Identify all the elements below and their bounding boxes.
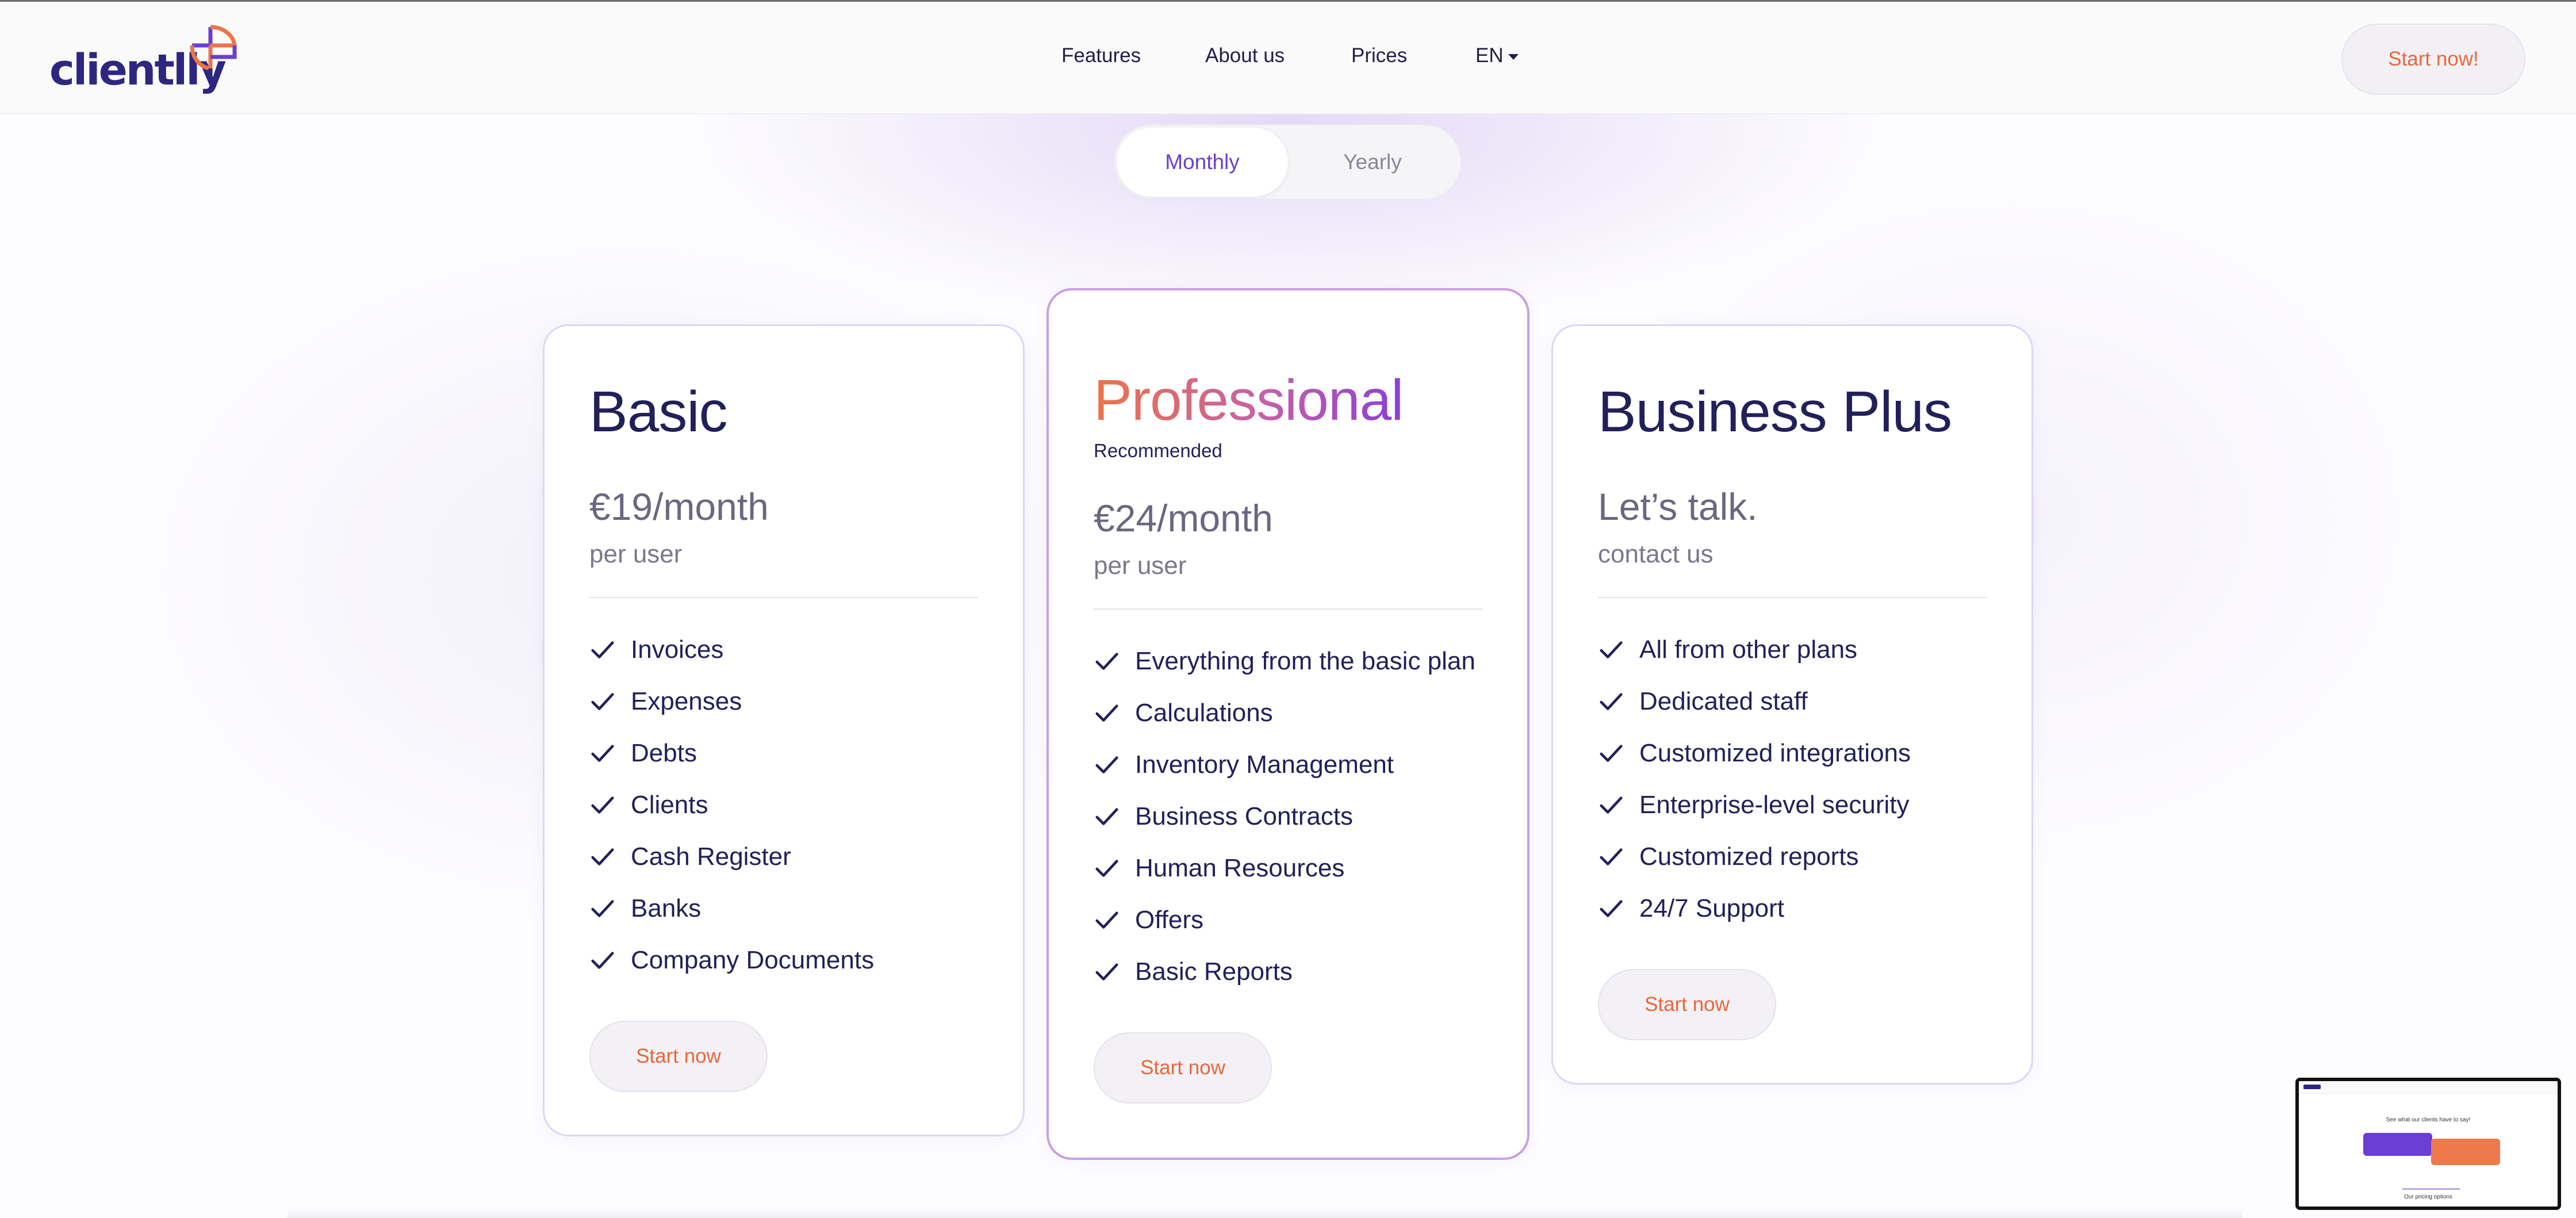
feature-item: Invoices — [589, 624, 874, 676]
feature-item: Calculations — [1094, 687, 1475, 739]
divider — [1094, 608, 1482, 610]
feature-item: 24/7 Support — [1598, 883, 1911, 934]
plan-card-basic: Basic €19/month per user Invoices Expens… — [543, 324, 1025, 1136]
language-label: EN — [1475, 44, 1504, 67]
feature-item: Cash Register — [589, 831, 874, 883]
feature-item: Basic Reports — [1094, 946, 1475, 998]
check-icon — [591, 641, 614, 658]
plan-price: €19/month — [589, 485, 769, 528]
logo-mark-icon — [190, 25, 237, 78]
thumb-header — [2299, 1081, 2558, 1094]
plan-price-sub: per user — [589, 540, 683, 568]
thumb-divider — [2402, 1188, 2460, 1190]
check-icon — [1095, 653, 1118, 670]
check-icon — [1600, 641, 1623, 658]
feature-item: Offers — [1094, 894, 1475, 946]
feature-item: Everything from the basic plan — [1094, 635, 1475, 687]
thumb-logo — [2303, 1085, 2321, 1089]
plan-card-business-plus: Business Plus Let’s talk. contact us All… — [1551, 324, 2033, 1085]
check-icon — [591, 848, 614, 865]
check-icon — [1095, 704, 1118, 722]
nav-about-us[interactable]: About us — [1205, 44, 1285, 67]
check-icon — [1600, 848, 1623, 865]
check-icon — [1600, 693, 1623, 710]
plan-name: Business Plus — [1598, 380, 1952, 444]
feature-list: Invoices Expenses Debts Clients Cash Reg… — [589, 624, 874, 986]
feature-item: Clients — [589, 779, 874, 831]
plan-name: Basic — [589, 380, 728, 444]
divider — [1598, 597, 1987, 598]
feature-item: All from other plans — [1598, 624, 1911, 676]
thumb-card-orange — [2431, 1139, 2500, 1165]
brand-logo[interactable]: clientlly — [49, 22, 239, 97]
feature-item: Customized integrations — [1598, 727, 1911, 779]
section-edge-shadow — [288, 1208, 2242, 1218]
video-preview-thumbnail[interactable]: See what our clients have to say! Our pr… — [2295, 1078, 2561, 1210]
nav-prices[interactable]: Prices — [1351, 44, 1407, 67]
check-icon — [1095, 756, 1118, 773]
toggle-yearly[interactable]: Yearly — [1287, 128, 1458, 197]
check-icon — [1600, 796, 1623, 814]
check-icon — [1095, 860, 1118, 877]
check-icon — [591, 900, 614, 917]
feature-item: Business Contracts — [1094, 791, 1475, 842]
check-icon — [1095, 963, 1118, 980]
plan-price: Let’s talk. — [1598, 485, 1758, 528]
plan-name: Professional — [1094, 368, 1404, 432]
feature-item: Human Resources — [1094, 842, 1475, 894]
professional-start-now-button[interactable]: Start now — [1094, 1032, 1272, 1104]
plan-card-professional: Professional Recommended €24/month per u… — [1046, 288, 1529, 1160]
header-start-now-button[interactable]: Start now! — [2341, 24, 2525, 95]
feature-list: All from other plans Dedicated staff Cus… — [1598, 624, 1911, 934]
basic-start-now-button[interactable]: Start now — [589, 1021, 768, 1092]
business-plus-start-now-button[interactable]: Start now — [1598, 969, 1776, 1040]
site-header: clientlly Features About us Prices EN St… — [0, 0, 2576, 114]
plan-price-sub: per user — [1094, 551, 1187, 580]
check-icon — [591, 745, 614, 762]
plan-price-sub: contact us — [1598, 540, 1713, 568]
check-icon — [1095, 808, 1118, 825]
chevron-down-icon — [1508, 54, 1519, 60]
feature-item: Company Documents — [589, 934, 874, 986]
divider — [589, 597, 978, 598]
check-icon — [591, 796, 614, 814]
feature-item: Inventory Management — [1094, 739, 1475, 791]
check-icon — [1095, 911, 1118, 929]
check-icon — [591, 693, 614, 710]
feature-item: Dedicated staff — [1598, 676, 1911, 727]
check-icon — [1600, 900, 1623, 917]
toggle-monthly[interactable]: Monthly — [1117, 128, 1288, 197]
feature-item: Banks — [589, 883, 874, 934]
billing-period-toggle: Monthly Yearly — [1114, 125, 1460, 199]
nav-features[interactable]: Features — [1061, 44, 1141, 67]
plan-price: €24/month — [1094, 497, 1273, 539]
thumb-footer: Our pricing options — [2404, 1194, 2452, 1200]
feature-item: Enterprise-level security — [1598, 779, 1911, 831]
thumb-title: See what our clients have to say! — [2386, 1117, 2471, 1123]
recommended-badge: Recommended — [1094, 440, 1222, 461]
check-icon — [1600, 745, 1623, 762]
feature-item: Expenses — [589, 676, 874, 727]
feature-item: Debts — [589, 727, 874, 779]
language-selector[interactable]: EN — [1475, 44, 1519, 67]
thumb-card-purple — [2363, 1133, 2432, 1156]
feature-list: Everything from the basic plan Calculati… — [1094, 635, 1475, 998]
check-icon — [591, 952, 614, 969]
feature-item: Customized reports — [1598, 831, 1911, 883]
